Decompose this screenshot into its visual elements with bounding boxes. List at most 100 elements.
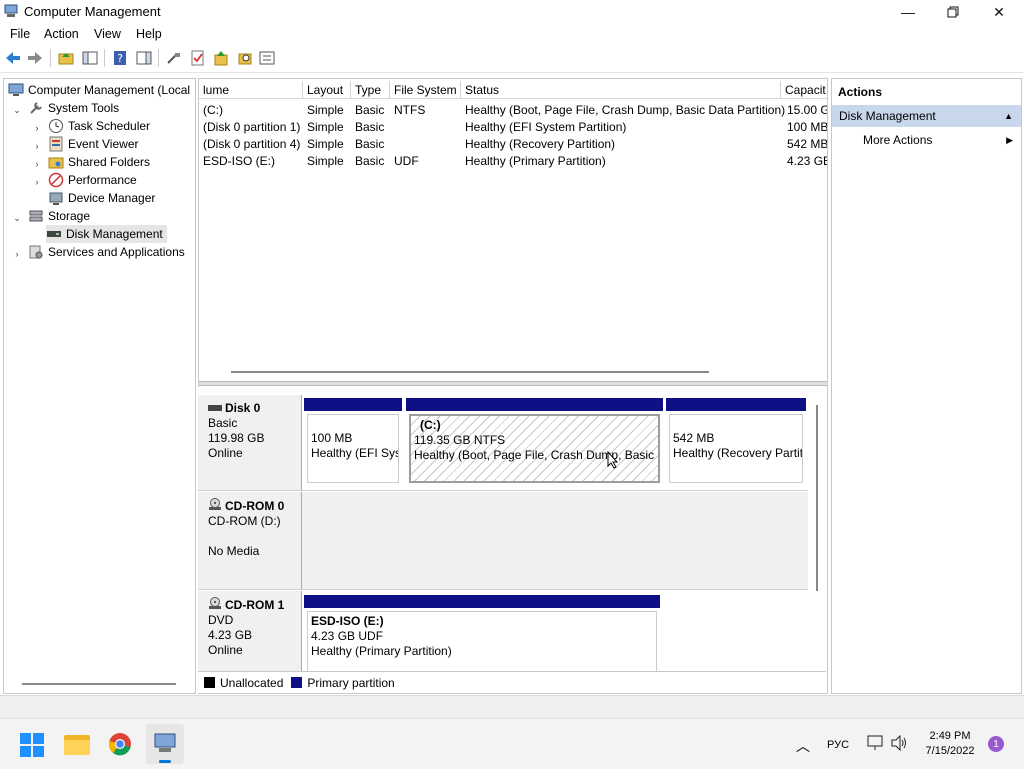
column-capacity[interactable]: Capacit	[781, 81, 827, 99]
menu-file[interactable]: File	[10, 27, 30, 41]
menu-help[interactable]: Help	[136, 27, 162, 41]
device-manager-icon	[48, 190, 64, 206]
file-explorer-icon[interactable]	[64, 733, 90, 758]
partition-efi[interactable]: 100 MB Healthy (EFI Syst	[304, 398, 402, 486]
minimize-button[interactable]: —	[885, 0, 931, 24]
tree-item-shared-folders[interactable]: Shared Folders	[48, 153, 150, 171]
more-actions-item[interactable]: More Actions ▶	[832, 131, 1021, 149]
volume-icon[interactable]	[891, 734, 909, 754]
connect-icon[interactable]	[165, 49, 183, 67]
column-volume[interactable]: lume	[199, 81, 303, 99]
chevron-down-icon[interactable]: ⌄	[12, 213, 22, 223]
tools-icon	[28, 100, 44, 116]
volume-cell[interactable]: (Disk 0 partition 1)	[203, 118, 300, 135]
windows-start-icon[interactable]	[20, 733, 44, 760]
volume-cell[interactable]: (Disk 0 partition 4)	[203, 135, 300, 152]
help-icon[interactable]: ?	[111, 49, 129, 67]
column-status[interactable]: Status	[461, 81, 781, 99]
tree-item-computer-management[interactable]: Computer Management (Local	[8, 81, 190, 99]
export-icon[interactable]	[212, 49, 230, 67]
menu-view[interactable]: View	[94, 27, 121, 41]
capacity-cell: 542 MB	[787, 136, 828, 151]
actions-pane: Actions Disk Management ▲ More Actions ▶	[831, 78, 1022, 694]
filesystem-cell: UDF	[394, 153, 419, 168]
cdrom-1-info[interactable]: CD-ROM 1 DVD 4.23 GB Online	[198, 591, 302, 671]
chrome-icon[interactable]	[108, 732, 132, 759]
notification-badge[interactable]: 1	[988, 736, 1004, 752]
language-indicator[interactable]: РУС	[827, 739, 849, 751]
actions-header: Actions	[838, 85, 883, 99]
computer-management-icon	[153, 732, 177, 757]
chevron-right-icon[interactable]: ›	[32, 159, 42, 169]
type-cell: Basic	[355, 153, 385, 168]
pane-splitter[interactable]	[199, 381, 827, 386]
filesystem-cell: NTFS	[394, 102, 426, 117]
taskbar-computer-management[interactable]	[146, 724, 184, 764]
menu-bar: File Action View Help	[0, 24, 1024, 44]
cdrom-1-partitions: ESD-ISO (E:) 4.23 GB UDF Healthy (Primar…	[302, 591, 808, 675]
tree-item-system-tools[interactable]: System Tools	[28, 99, 119, 117]
disk-management-icon	[46, 226, 62, 242]
services-icon	[28, 244, 44, 260]
tree-item-event-viewer[interactable]: Event Viewer	[48, 135, 138, 153]
collapse-up-icon[interactable]: ▲	[1004, 111, 1013, 121]
tree-item-disk-management[interactable]: Disk Management	[46, 225, 167, 243]
partition-recovery[interactable]: 542 MB Healthy (Recovery Partit	[666, 398, 806, 486]
tree-item-performance[interactable]: Performance	[48, 171, 137, 189]
tree-horizontal-scrollbar[interactable]	[22, 683, 176, 685]
cd-drive-icon	[208, 597, 222, 613]
partition-c[interactable]: (C:) 119.35 GB NTFS Healthy (Boot, Page …	[406, 398, 663, 486]
chevron-right-icon[interactable]: ›	[12, 249, 22, 259]
disk-0-partitions: 100 MB Healthy (EFI Syst (C:) 119.35 GB …	[302, 395, 808, 491]
disk-icon	[208, 401, 222, 416]
type-cell: Basic	[355, 102, 385, 117]
actions-section-disk-management[interactable]: Disk Management ▲	[832, 105, 1021, 127]
column-layout[interactable]: Layout	[303, 81, 351, 99]
show-hide-action-pane-icon[interactable]	[135, 49, 153, 67]
chevron-down-icon[interactable]: ⌄	[12, 105, 22, 115]
list-horizontal-scrollbar[interactable]	[231, 371, 709, 373]
chevron-right-icon[interactable]: ›	[32, 141, 42, 151]
layout-cell: Simple	[307, 136, 344, 151]
properties-icon[interactable]	[258, 49, 276, 67]
status-cell: Healthy (Boot, Page File, Crash Dump, Ba…	[465, 102, 786, 117]
close-button[interactable]: ✕	[976, 0, 1022, 24]
search-folder-icon[interactable]	[236, 49, 254, 67]
cdrom-0-info[interactable]: CD-ROM 0 CD-ROM (D:) No Media	[198, 492, 302, 590]
status-cell: Healthy (EFI System Partition)	[465, 119, 627, 134]
show-hide-tree-icon[interactable]	[81, 49, 99, 67]
mouse-cursor-icon	[607, 450, 619, 472]
computer-management-icon	[4, 4, 18, 18]
capacity-cell: 15.00 G	[787, 102, 828, 117]
status-cell: Healthy (Primary Partition)	[465, 153, 606, 168]
column-file-system[interactable]: File System	[390, 81, 461, 99]
maximize-button[interactable]	[930, 0, 976, 24]
type-cell: Basic	[355, 136, 385, 151]
volume-cell[interactable]: ESD-ISO (E:)	[203, 152, 275, 169]
volume-cell[interactable]: (C:)	[203, 101, 223, 118]
title-bar: Computer Management — ✕	[0, 0, 1024, 24]
menu-action[interactable]: Action	[44, 27, 79, 41]
forward-icon[interactable]	[26, 49, 44, 67]
status-bar	[0, 695, 1024, 718]
disk-0-info[interactable]: Disk 0 Basic 119.98 GB Online	[198, 395, 302, 491]
chevron-right-icon[interactable]: ›	[32, 123, 42, 133]
tree-item-services-and-applications[interactable]: Services and Applications	[28, 243, 185, 261]
checklist-icon[interactable]	[189, 49, 207, 67]
status-cell: Healthy (Recovery Partition)	[465, 136, 616, 151]
column-type[interactable]: Type	[351, 81, 390, 99]
tree-item-device-manager[interactable]: Device Manager	[48, 189, 155, 207]
clock[interactable]: 2:49 PM 7/15/2022	[922, 729, 978, 759]
tree-item-storage[interactable]: Storage	[28, 207, 90, 225]
console-tree: Computer Management (Local ⌄ System Tool…	[3, 78, 196, 694]
graphical-vertical-scrollbar[interactable]	[816, 405, 818, 591]
up-folder-icon[interactable]	[57, 49, 75, 67]
chevron-right-icon[interactable]: ›	[32, 177, 42, 187]
tree-item-task-scheduler[interactable]: Task Scheduler	[48, 117, 150, 135]
chevron-up-icon[interactable]: ︿	[796, 736, 810, 756]
back-icon[interactable]	[4, 49, 22, 67]
cd-drive-icon	[208, 498, 222, 514]
partition-esd-iso[interactable]: ESD-ISO (E:) 4.23 GB UDF Healthy (Primar…	[304, 595, 660, 675]
legend: Unallocated Primary partition	[198, 671, 826, 693]
network-icon[interactable]	[867, 735, 885, 754]
